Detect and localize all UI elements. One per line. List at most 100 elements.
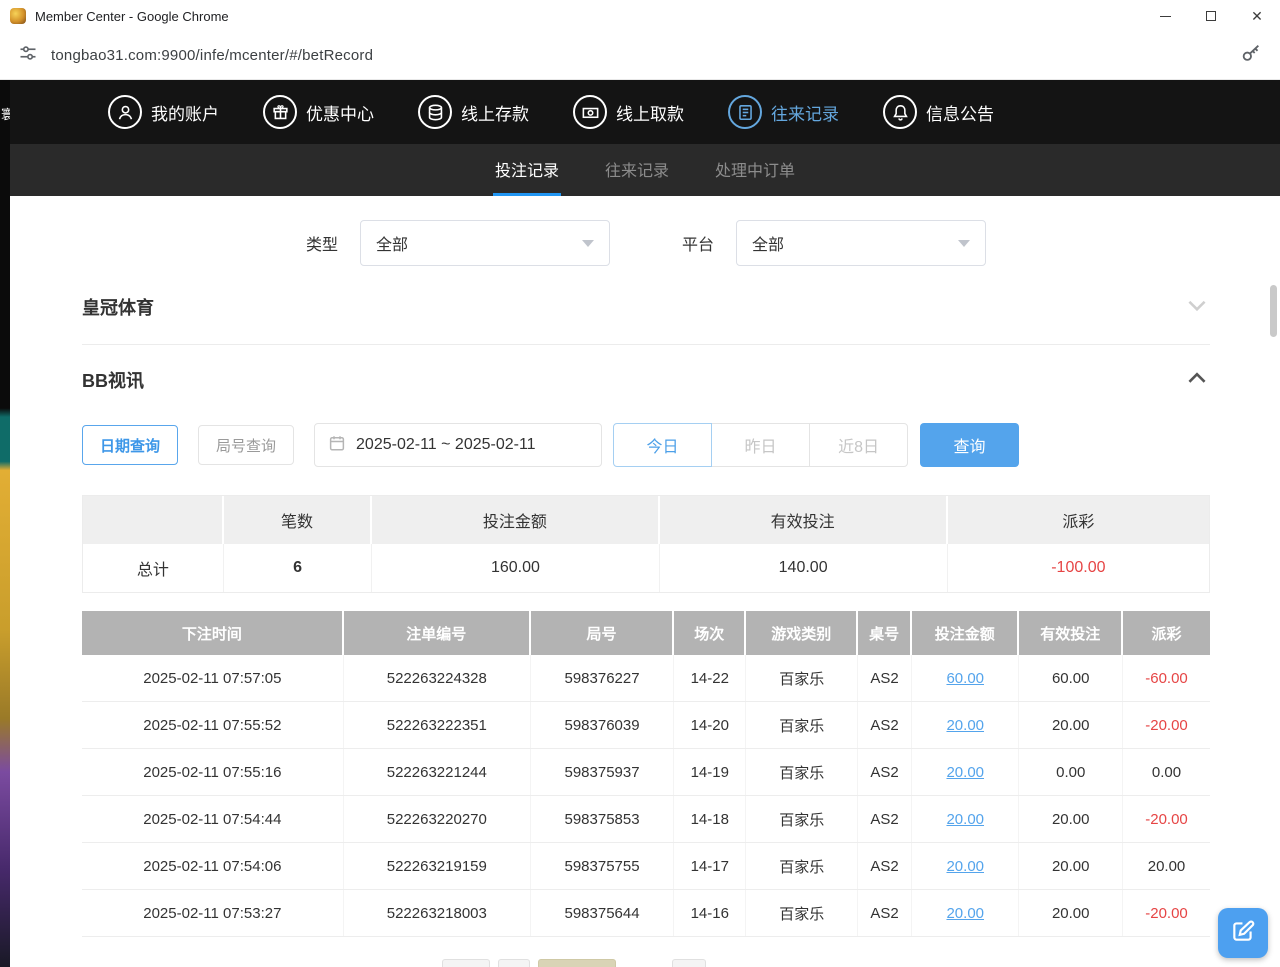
tab-transaction-records[interactable]: 往来记录 (603, 144, 671, 196)
cell-game-type: 百家乐 (746, 655, 858, 701)
cell-bet-time: 2025-02-11 07:55:52 (82, 702, 344, 748)
deposit-icon (418, 95, 452, 129)
search-button[interactable]: 查询 (920, 423, 1019, 467)
summary-payout-value: -100.00 (948, 544, 1209, 592)
cell-table-number: AS2 (858, 749, 912, 795)
pagination-prev-button[interactable] (442, 959, 490, 967)
page-area: 寰 我的账户 (0, 80, 1280, 967)
window-title: Member Center - Google Chrome (35, 9, 1142, 24)
pagination-page-button[interactable] (498, 959, 530, 967)
cell-session: 14-17 (674, 843, 746, 889)
nav-item-my-account[interactable]: 我的账户 (108, 95, 219, 129)
pagination (82, 959, 1210, 967)
header-bet-amount: 投注金额 (912, 611, 1019, 655)
cell-bet-number: 522263224328 (344, 655, 531, 701)
yesterday-button[interactable]: 昨日 (711, 423, 810, 467)
cell-bet-amount-link[interactable]: 20.00 (912, 702, 1019, 748)
cell-bet-amount-link[interactable]: 20.00 (912, 890, 1019, 936)
summary-corner-cell (83, 496, 224, 544)
record-tabbar: 投注记录 往来记录 处理中订单 (10, 144, 1280, 196)
section-crown-sports[interactable]: 皇冠体育 (82, 286, 1210, 328)
section-title: BB视讯 (82, 367, 144, 393)
cell-table-number: AS2 (858, 843, 912, 889)
summary-valid-bet-value: 140.00 (660, 544, 948, 592)
type-select-value: 全部 (376, 231, 408, 255)
cell-game-type: 百家乐 (746, 702, 858, 748)
cell-round-number: 598375853 (531, 796, 674, 842)
cell-table-number: AS2 (858, 702, 912, 748)
cell-session: 14-16 (674, 890, 746, 936)
cell-payout: -60.00 (1123, 655, 1210, 701)
gift-icon (263, 95, 297, 129)
browser-window: Member Center - Google Chrome ✕ tongbao3… (0, 0, 1280, 967)
today-button[interactable]: 今日 (613, 423, 712, 467)
url-text[interactable]: tongbao31.com:9900/infe/mcenter/#/betRec… (51, 47, 1227, 64)
cell-payout: -20.00 (1123, 796, 1210, 842)
section-divider (82, 344, 1210, 345)
tab-processing-orders[interactable]: 处理中订单 (713, 144, 797, 196)
cell-table-number: AS2 (858, 655, 912, 701)
last-8-days-button[interactable]: 近8日 (809, 423, 908, 467)
header-bet-time: 下注时间 (82, 611, 344, 655)
nav-item-online-deposit[interactable]: 线上存款 (418, 95, 529, 129)
type-select[interactable]: 全部 (360, 220, 610, 266)
cell-session: 14-20 (674, 702, 746, 748)
header-payout: 派彩 (1123, 611, 1210, 655)
cell-bet-amount-link[interactable]: 20.00 (912, 843, 1019, 889)
title-bar: Member Center - Google Chrome ✕ (0, 0, 1280, 32)
cell-bet-time: 2025-02-11 07:57:05 (82, 655, 344, 701)
date-range-input[interactable]: 2025-02-11 ~ 2025-02-11 (314, 423, 602, 467)
scrollbar-thumb[interactable] (1270, 285, 1277, 337)
floating-edit-button[interactable] (1218, 908, 1268, 958)
cell-valid-bet: 60.00 (1019, 655, 1123, 701)
nav-label: 我的账户 (151, 100, 219, 125)
date-range-value: 2025-02-11 ~ 2025-02-11 (356, 436, 536, 454)
cell-bet-time: 2025-02-11 07:55:16 (82, 749, 344, 795)
cell-bet-time: 2025-02-11 07:53:27 (82, 890, 344, 936)
query-controls: 日期查询 局号查询 2025-02-11 ~ 2025-02-11 今日 (82, 423, 1210, 467)
cell-session: 14-22 (674, 655, 746, 701)
cell-game-type: 百家乐 (746, 749, 858, 795)
nav-item-online-withdraw[interactable]: 线上取款 (573, 95, 684, 129)
summary-count-value: 6 (224, 544, 373, 592)
tab-bet-records[interactable]: 投注记录 (493, 144, 561, 196)
table-row: 2025-02-11 07:55:52 522263222351 5983760… (82, 702, 1210, 749)
cell-bet-amount-link[interactable]: 20.00 (912, 796, 1019, 842)
filter-row: 类型 全部 平台 全部 (82, 220, 1210, 266)
minimize-button[interactable] (1142, 0, 1188, 32)
table-row: 2025-02-11 07:54:06 522263219159 5983757… (82, 843, 1210, 890)
member-center-nav: 我的账户 优惠中心 (10, 80, 1280, 144)
nav-item-transaction-records[interactable]: 往来记录 (728, 95, 839, 129)
cell-round-number: 598375937 (531, 749, 674, 795)
password-key-icon[interactable] (1240, 42, 1262, 69)
chevron-up-icon[interactable] (1184, 365, 1210, 396)
section-bb-video[interactable]: BB视讯 (82, 359, 1210, 401)
summary-header-payout: 派彩 (948, 496, 1209, 544)
close-button[interactable]: ✕ (1234, 0, 1280, 32)
cell-bet-amount-link[interactable]: 20.00 (912, 749, 1019, 795)
nav-label: 信息公告 (926, 100, 994, 125)
pagination-next-button[interactable] (672, 959, 706, 967)
cell-bet-amount-link[interactable]: 60.00 (912, 655, 1019, 701)
round-query-button[interactable]: 局号查询 (198, 425, 294, 465)
date-query-button[interactable]: 日期查询 (82, 425, 178, 465)
maximize-button[interactable] (1188, 0, 1234, 32)
cell-round-number: 598376227 (531, 655, 674, 701)
site-settings-icon[interactable] (18, 43, 38, 68)
summary-total-label: 总计 (83, 544, 224, 592)
bet-record-content: 类型 全部 平台 全部 皇冠体育 (10, 196, 1280, 967)
summary-total-row: 总计 6 160.00 140.00 -100.00 (83, 544, 1209, 592)
platform-select[interactable]: 全部 (736, 220, 986, 266)
cell-game-type: 百家乐 (746, 796, 858, 842)
section-title: 皇冠体育 (82, 294, 154, 320)
chevron-down-icon (958, 240, 970, 247)
chevron-down-icon[interactable] (1184, 292, 1210, 323)
header-game-type: 游戏类别 (746, 611, 858, 655)
nav-item-promotions[interactable]: 优惠中心 (263, 95, 374, 129)
nav-item-announcements[interactable]: 信息公告 (883, 95, 994, 129)
cell-table-number: AS2 (858, 890, 912, 936)
header-table-number: 桌号 (858, 611, 912, 655)
cell-session: 14-18 (674, 796, 746, 842)
records-icon (728, 95, 762, 129)
pagination-current-button[interactable] (538, 959, 616, 967)
